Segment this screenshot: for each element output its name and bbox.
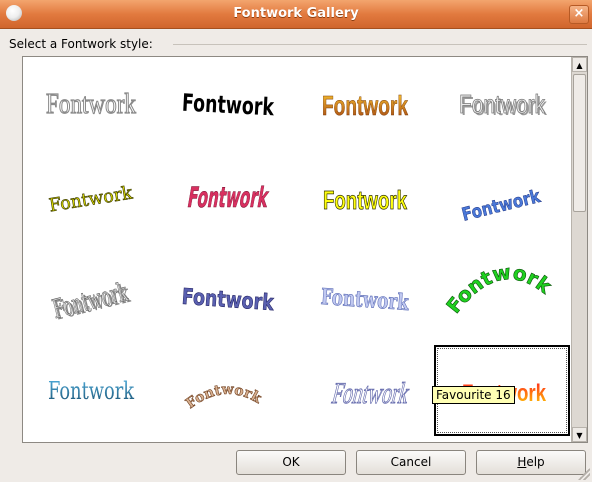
gallery-item-3[interactable]: Fontwork [297, 57, 433, 148]
resize-grip[interactable] [578, 468, 590, 480]
gallery-item-14[interactable]: Fontwork [160, 345, 296, 436]
fontwork-text: Fontwork [329, 376, 414, 409]
section-label: Select a Fontwork style: [9, 37, 153, 51]
gallery-item-7[interactable]: Fontwork [297, 153, 433, 244]
fontwork-text: Fontwork [459, 89, 546, 119]
section-divider [173, 44, 587, 45]
gallery-item-2[interactable]: Fontwork [160, 57, 296, 148]
scroll-up-icon[interactable]: ▲ [572, 57, 587, 72]
gallery-item-9[interactable]: Fontwork Fontwork [23, 249, 159, 340]
title-bar[interactable]: Fontwork Gallery × [0, 0, 592, 29]
tooltip: Favourite 16 [432, 386, 515, 404]
gallery-item-1[interactable]: Fontwork [23, 57, 159, 148]
help-mnemonic: H [517, 455, 527, 469]
fontwork-text: Fontwork [320, 284, 410, 316]
cancel-button[interactable]: Cancel [356, 450, 466, 475]
gallery-grid: Fontwork Fontwork Fontwork Fontwork Fontw… [23, 57, 572, 442]
fontwork-gallery-dialog: Fontwork Gallery × Select a Fontwork sty… [0, 0, 592, 482]
fontwork-text: Fontwork [460, 186, 544, 226]
fontwork-text: Fontwork [323, 185, 407, 215]
scroll-down-icon[interactable]: ▼ [572, 427, 587, 442]
window-title: Fontwork Gallery [233, 6, 359, 21]
fontwork-text: Fontwork [48, 377, 134, 405]
fontwork-text: Fontwork [181, 89, 275, 122]
gallery-item-12[interactable]: Fontwork [434, 249, 570, 340]
gallery-item-11[interactable]: Fontwork [297, 249, 433, 340]
help-label: elp [526, 455, 545, 469]
fontwork-text: Fontwork [185, 181, 271, 214]
fontwork-gallery: Fontwork Fontwork Fontwork Fontwork Fontw… [22, 56, 588, 443]
gallery-item-8[interactable]: Fontwork [434, 153, 570, 244]
fontwork-text: Fontwork [48, 182, 135, 216]
fontwork-text: Fontwork [46, 89, 136, 120]
gallery-item-6[interactable]: Fontwork [160, 153, 296, 244]
gallery-item-10[interactable]: Fontwork [160, 249, 296, 340]
scroll-thumb[interactable] [573, 74, 586, 212]
gallery-item-4[interactable]: Fontwork Fontwork [434, 57, 570, 148]
gallery-item-13[interactable]: Fontwork [23, 345, 159, 436]
gallery-item-5[interactable]: Fontwork [23, 153, 159, 244]
help-button[interactable]: Help [476, 450, 586, 475]
ok-button[interactable]: OK [236, 450, 346, 475]
fontwork-text: Fontwork [441, 260, 556, 318]
vertical-scrollbar[interactable]: ▲ ▼ [571, 57, 587, 442]
fontwork-text: Fontwork [181, 285, 276, 316]
gallery-item-15[interactable]: Fontwork [297, 345, 433, 436]
fontwork-text: Fontwork [322, 90, 408, 121]
fontwork-text: Fontwork [183, 382, 264, 412]
close-icon[interactable]: × [569, 5, 589, 24]
